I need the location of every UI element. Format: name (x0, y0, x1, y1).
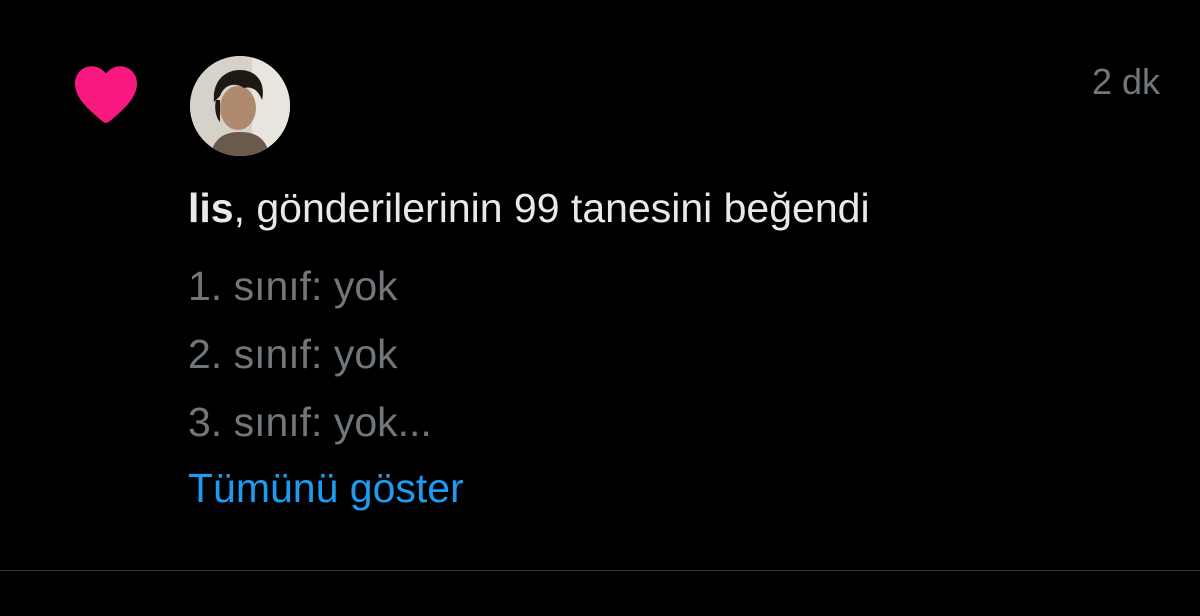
preview-line: 3. sınıf: yok... (188, 399, 432, 445)
avatar[interactable] (190, 56, 290, 156)
heart-icon (72, 62, 140, 124)
show-all-link[interactable]: Tümünü göster (188, 460, 464, 516)
preview-line: 2. sınıf: yok (188, 331, 398, 377)
post-preview: 1. sınıf: yok 2. sınıf: yok 3. sınıf: yo… (188, 252, 432, 456)
timestamp: 2 dk (1091, 61, 1160, 102)
preview-line: 1. sınıf: yok (188, 263, 398, 309)
divider (0, 570, 1200, 571)
notification-message: , gönderilerinin 99 tanesini beğendi (233, 185, 870, 231)
username-link[interactable]: lis (188, 185, 234, 231)
notification-text: lis, gönderilerinin 99 tanesini beğendi (188, 182, 870, 234)
like-notification[interactable]: 2 dk lis, gönderilerinin 99 tanesini beğ… (0, 0, 1200, 570)
